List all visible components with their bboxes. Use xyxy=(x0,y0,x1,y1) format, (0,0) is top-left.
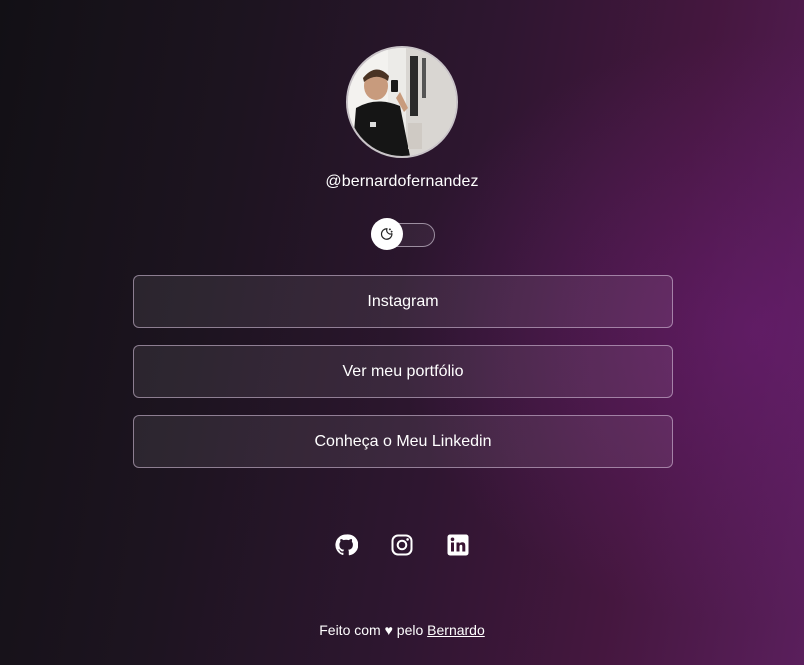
github-icon[interactable] xyxy=(334,533,358,557)
linkedin-link-button[interactable]: Conheça o Meu Linkedin xyxy=(133,415,673,468)
profile-photo xyxy=(348,48,456,156)
profile-handle: @bernardofernandez xyxy=(325,173,479,190)
author-link[interactable]: Bernardo xyxy=(427,622,485,638)
theme-toggle[interactable] xyxy=(371,218,435,250)
instagram-link-button[interactable]: Instagram xyxy=(133,275,673,328)
avatar xyxy=(346,46,458,158)
linkedin-icon[interactable] xyxy=(446,533,470,557)
social-icons xyxy=(0,533,804,557)
moon-sun-icon xyxy=(380,228,393,240)
theme-toggle-knob[interactable] xyxy=(371,218,403,250)
instagram-icon[interactable] xyxy=(390,533,414,557)
footer: Feito com ♥ pelo Bernardo xyxy=(0,622,804,638)
portfolio-link-button[interactable]: Ver meu portfólio xyxy=(133,345,673,398)
link-list: Instagram Ver meu portfólio Conheça o Me… xyxy=(133,275,673,485)
footer-text: Feito com ♥ pelo xyxy=(319,622,428,638)
